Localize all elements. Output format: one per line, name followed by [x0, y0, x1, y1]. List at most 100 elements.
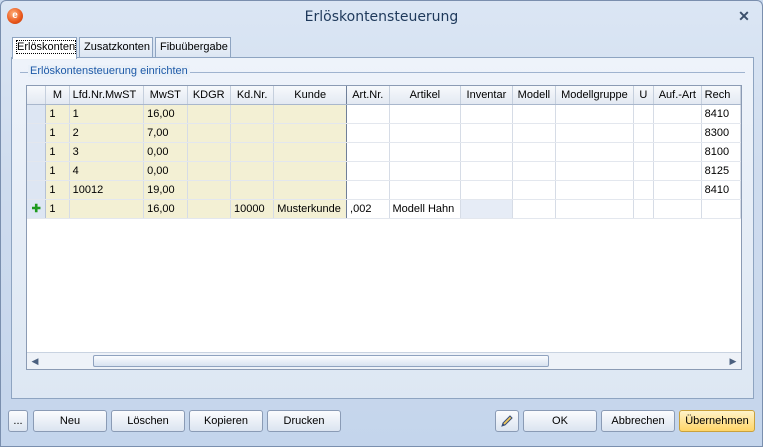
cell[interactable]: 19,00	[143, 180, 188, 200]
cell[interactable]: 10012	[69, 180, 145, 200]
cell[interactable]: 16,00	[143, 199, 188, 219]
cell[interactable]	[653, 161, 702, 181]
cell[interactable]	[230, 161, 275, 181]
col-header[interactable]: U	[633, 86, 655, 105]
row-indicator[interactable]: ✚	[27, 199, 47, 219]
cell[interactable]	[187, 161, 231, 181]
row-indicator[interactable]	[27, 180, 47, 200]
horizontal-scrollbar[interactable]: ◀ ▶	[27, 352, 741, 369]
cell[interactable]	[230, 180, 275, 200]
scroll-left-icon[interactable]: ◀	[29, 355, 41, 367]
cell[interactable]	[633, 104, 655, 124]
cell[interactable]	[346, 142, 390, 162]
cell[interactable]	[273, 104, 348, 124]
col-header[interactable]: Lfd.Nr.MwST	[69, 86, 145, 105]
cell[interactable]	[346, 123, 390, 143]
cell[interactable]	[555, 199, 634, 219]
cell[interactable]	[69, 199, 145, 219]
row-indicator[interactable]	[27, 161, 47, 181]
col-header[interactable]: Artikel	[389, 86, 462, 105]
cell[interactable]: 10000	[230, 199, 275, 219]
new-button[interactable]: Neu	[33, 410, 107, 432]
cell[interactable]: 1	[45, 123, 70, 143]
scroll-right-icon[interactable]: ▶	[727, 355, 739, 367]
cell[interactable]	[187, 123, 231, 143]
cell[interactable]	[460, 142, 513, 162]
cell[interactable]: 0,00	[143, 161, 188, 181]
cell[interactable]: 2	[69, 123, 145, 143]
cell[interactable]	[273, 180, 348, 200]
cell[interactable]	[273, 123, 348, 143]
cell[interactable]	[633, 161, 655, 181]
cell[interactable]	[512, 161, 557, 181]
cell[interactable]	[460, 104, 513, 124]
copy-button[interactable]: Kopieren	[189, 410, 263, 432]
cell[interactable]: 16,00	[143, 104, 188, 124]
table-row[interactable]: 1 2 7,00 8300	[27, 123, 741, 143]
cell[interactable]	[653, 180, 702, 200]
cell[interactable]	[633, 199, 655, 219]
cell[interactable]	[653, 104, 702, 124]
tab-fibuuebergabe[interactable]: Fibuübergabe	[155, 37, 231, 58]
cell[interactable]: 8100	[701, 142, 741, 162]
cell[interactable]	[187, 104, 231, 124]
cell[interactable]	[230, 123, 275, 143]
table-row[interactable]: 1 4 0,00 8125	[27, 161, 741, 181]
cell[interactable]: 7,00	[143, 123, 188, 143]
cell[interactable]: Musterkunde	[273, 199, 348, 219]
cell[interactable]	[460, 199, 513, 219]
cell[interactable]	[230, 104, 275, 124]
cell[interactable]	[187, 180, 231, 200]
cell[interactable]	[653, 142, 702, 162]
row-indicator[interactable]	[27, 104, 47, 124]
col-header[interactable]: Auf.-Art	[653, 86, 702, 105]
row-indicator[interactable]	[27, 123, 47, 143]
data-grid[interactable]: M Lfd.Nr.MwST MwST KDGR Kd.Nr. Kunde Art…	[26, 85, 742, 370]
cell[interactable]: 1	[45, 142, 70, 162]
cell[interactable]: 1	[69, 104, 145, 124]
table-row-new[interactable]: ✚ 1 16,00 10000 Musterkunde ,002 Modell …	[27, 199, 741, 219]
ok-button[interactable]: OK	[523, 410, 597, 432]
cell[interactable]	[512, 180, 557, 200]
cell[interactable]	[512, 104, 557, 124]
cell[interactable]	[555, 123, 634, 143]
cell[interactable]	[701, 199, 741, 219]
cell[interactable]	[512, 123, 557, 143]
scroll-thumb[interactable]	[93, 355, 549, 367]
tab-zusatzkonten[interactable]: Zusatzkonten	[79, 37, 153, 58]
cell[interactable]	[460, 123, 513, 143]
cell[interactable]	[273, 142, 348, 162]
table-row[interactable]: 1 3 0,00 8100	[27, 142, 741, 162]
more-button[interactable]: ...	[8, 410, 28, 432]
cell[interactable]: 8410	[701, 104, 741, 124]
cell[interactable]	[633, 123, 655, 143]
row-indicator[interactable]	[27, 142, 47, 162]
col-header[interactable]: M	[45, 86, 70, 105]
close-icon[interactable]: ✕	[736, 8, 752, 24]
cell[interactable]: 3	[69, 142, 145, 162]
edit-button[interactable]	[495, 410, 519, 432]
cell[interactable]	[555, 142, 634, 162]
cell[interactable]	[389, 180, 462, 200]
apply-button[interactable]: Übernehmen	[679, 410, 755, 432]
col-header[interactable]: Kunde	[273, 86, 348, 105]
cell[interactable]: 1	[45, 104, 70, 124]
cell[interactable]: 8410	[701, 180, 741, 200]
cell[interactable]	[187, 142, 231, 162]
cell[interactable]	[389, 123, 462, 143]
cell[interactable]: 8300	[701, 123, 741, 143]
cell[interactable]: 1	[45, 161, 70, 181]
cell[interactable]: 8125	[701, 161, 741, 181]
col-header[interactable]: Kd.Nr.	[230, 86, 275, 105]
table-row[interactable]: 1 10012 19,00 8410	[27, 180, 741, 200]
cell[interactable]	[653, 199, 702, 219]
tab-erloeskonten[interactable]: Erlöskonten	[12, 37, 77, 59]
cell[interactable]	[555, 104, 634, 124]
cell[interactable]: 0,00	[143, 142, 188, 162]
col-header[interactable]: Art.Nr.	[346, 86, 390, 105]
cell[interactable]	[633, 142, 655, 162]
col-header[interactable]: KDGR	[187, 86, 231, 105]
col-header[interactable]: MwST	[143, 86, 188, 105]
col-header[interactable]: Rech	[701, 86, 741, 105]
cell[interactable]	[389, 161, 462, 181]
